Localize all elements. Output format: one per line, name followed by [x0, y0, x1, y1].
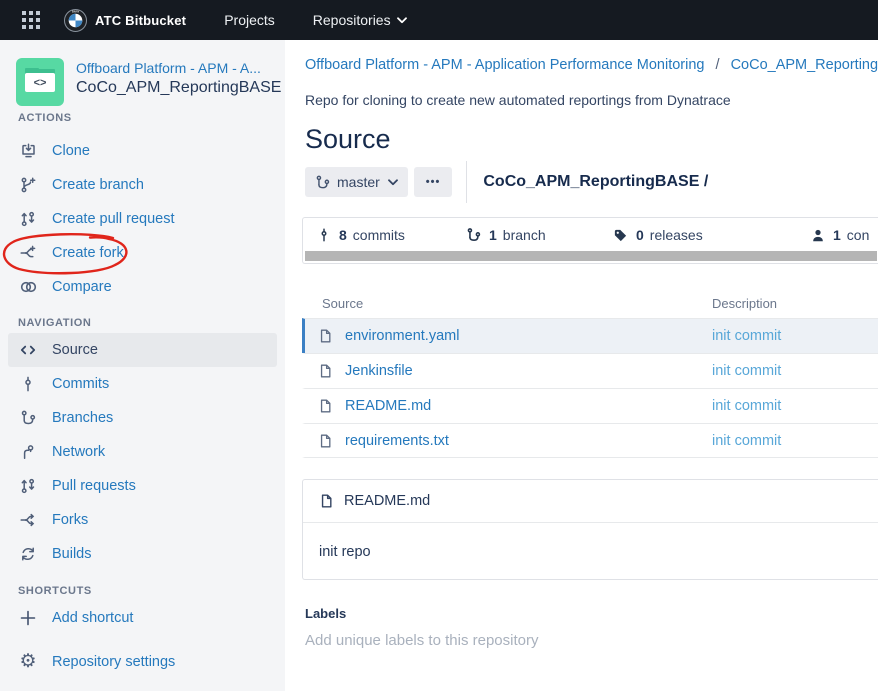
sidebar-item-repository-settings[interactable]: ⚙ Repository settings: [8, 645, 277, 679]
navigation-section-title: NAVIGATION: [18, 317, 91, 329]
main-content: Offboard Platform - APM - Application Pe…: [302, 40, 878, 691]
readme-preview-card: README.md init repo: [302, 479, 878, 580]
labels-input-placeholder[interactable]: Add unique labels to this repository: [305, 632, 538, 649]
compare-icon: [16, 279, 40, 295]
current-path: CoCo_APM_ReportingBASE /: [483, 173, 708, 191]
branch-selector-button[interactable]: master: [305, 167, 408, 197]
branches-icon: [16, 410, 40, 426]
readme-filename[interactable]: README.md: [344, 493, 430, 509]
sidebar-item-create-branch[interactable]: Create branch: [8, 168, 277, 202]
breadcrumb-project-link[interactable]: Offboard Platform - APM - Application Pe…: [305, 57, 704, 73]
svg-text:BMW: BMW: [72, 9, 80, 13]
source-toolbar: master ••• CoCo_APM_ReportingBASE /: [305, 167, 708, 197]
sidebar-item-builds[interactable]: Builds: [8, 537, 277, 571]
builds-icon: [16, 546, 40, 562]
current-branch-label: master: [337, 174, 380, 190]
file-name-link[interactable]: environment.yaml: [345, 328, 459, 344]
sidebar-item-forks[interactable]: Forks: [8, 503, 277, 537]
pull-request-icon: [16, 211, 40, 227]
file-icon: [318, 433, 333, 449]
sidebar-item-create-fork[interactable]: Create fork: [8, 236, 277, 270]
readme-header: README.md: [303, 480, 878, 523]
sidebar-item-network[interactable]: Network: [8, 435, 277, 469]
pull-request-icon: [16, 478, 40, 494]
file-icon: [319, 493, 334, 509]
fork-icon: [16, 245, 40, 261]
source-icon: [16, 342, 40, 358]
shortcuts-section-title: SHORTCUTS: [18, 585, 92, 597]
file-row-requirements-txt[interactable]: requirements.txt init commit: [302, 423, 878, 458]
breadcrumb: Offboard Platform - APM - Application Pe…: [305, 57, 878, 73]
file-table: Source Description environment.yaml init…: [302, 288, 878, 458]
stat-branches[interactable]: 1 branch: [466, 227, 546, 243]
file-table-header: Source Description: [302, 288, 878, 318]
stat-releases[interactable]: 0 releases: [613, 227, 703, 243]
stats-horizontal-scrollbar[interactable]: [305, 251, 877, 261]
sidebar-item-branches[interactable]: Branches: [8, 401, 277, 435]
file-commit-message-link[interactable]: init commit: [712, 363, 781, 379]
stat-contributors[interactable]: 1 con: [811, 227, 869, 243]
file-row-jenkinsfile[interactable]: Jenkinsfile init commit: [302, 353, 878, 388]
commits-icon: [317, 227, 331, 243]
chevron-down-icon: [397, 17, 407, 24]
file-commit-message-link[interactable]: init commit: [712, 398, 781, 414]
branch-icon: [315, 175, 330, 190]
site-title: ATC Bitbucket: [95, 13, 186, 28]
more-actions-button[interactable]: •••: [414, 167, 453, 197]
column-header-description: Description: [712, 296, 777, 311]
page-title: Source: [305, 124, 391, 155]
toolbar-divider: [466, 161, 467, 203]
file-name-link[interactable]: requirements.txt: [345, 433, 449, 449]
sidebar-item-source[interactable]: Source: [8, 333, 277, 367]
commits-icon: [16, 376, 40, 392]
tag-icon: [613, 228, 628, 243]
plus-icon: [16, 610, 40, 626]
sidebar-item-commits[interactable]: Commits: [8, 367, 277, 401]
file-name-link[interactable]: README.md: [345, 398, 431, 414]
repository-avatar[interactable]: <>: [16, 58, 64, 106]
repository-sidebar: <> Offboard Platform - APM - A... CoCo_A…: [0, 40, 285, 691]
topnav-repositories[interactable]: Repositories: [313, 12, 407, 28]
code-folder-icon: <>: [25, 73, 55, 92]
bitbucket-home-link[interactable]: BMW ATC Bitbucket: [64, 9, 186, 32]
labels-section-title: Labels: [305, 606, 346, 621]
column-header-source: Source: [322, 296, 363, 311]
sidebar-item-clone[interactable]: Clone: [8, 134, 277, 168]
network-icon: [16, 444, 40, 460]
file-icon: [318, 363, 333, 379]
file-icon: [318, 328, 333, 344]
breadcrumb-separator: /: [716, 57, 720, 73]
readme-content: init repo: [303, 523, 878, 581]
file-row-environment-yaml[interactable]: environment.yaml init commit: [302, 318, 878, 353]
file-commit-message-link[interactable]: init commit: [712, 328, 781, 344]
stat-commits[interactable]: 8 commits: [317, 227, 405, 243]
repository-stats-bar: 8 commits 1 branch 0 releases: [302, 217, 878, 264]
actions-section-title: ACTIONS: [18, 112, 72, 124]
branch-icon: [466, 227, 481, 243]
file-row-readme-md[interactable]: README.md init commit: [302, 388, 878, 423]
app-switcher-icon[interactable]: [22, 11, 40, 29]
repository-description: Repo for cloning to create new automated…: [305, 92, 731, 108]
create-branch-icon: [16, 177, 40, 193]
breadcrumb-repo-link[interactable]: CoCo_APM_ReportingBASE: [731, 57, 878, 73]
chevron-down-icon: [388, 179, 398, 186]
topnav-projects[interactable]: Projects: [224, 12, 275, 28]
sidebar-item-add-shortcut[interactable]: Add shortcut: [8, 601, 277, 635]
file-name-link[interactable]: Jenkinsfile: [345, 363, 413, 379]
sidebar-item-pull-requests[interactable]: Pull requests: [8, 469, 277, 503]
gear-icon: ⚙: [16, 654, 40, 670]
file-commit-message-link[interactable]: init commit: [712, 433, 781, 449]
repository-header: <> Offboard Platform - APM - A... CoCo_A…: [16, 58, 281, 106]
bmw-logo-icon: BMW: [64, 9, 87, 32]
file-icon: [318, 398, 333, 414]
clone-icon: [16, 143, 40, 159]
sidebar-item-create-pull-request[interactable]: Create pull request: [8, 202, 277, 236]
person-icon: [811, 228, 825, 243]
fork-icon: [16, 512, 40, 528]
top-navigation-bar: BMW ATC Bitbucket Projects Repositories: [0, 0, 878, 40]
repository-name: CoCo_APM_ReportingBASE: [76, 79, 281, 97]
project-link[interactable]: Offboard Platform - APM - A...: [76, 60, 281, 76]
sidebar-item-compare[interactable]: Compare: [8, 270, 277, 304]
